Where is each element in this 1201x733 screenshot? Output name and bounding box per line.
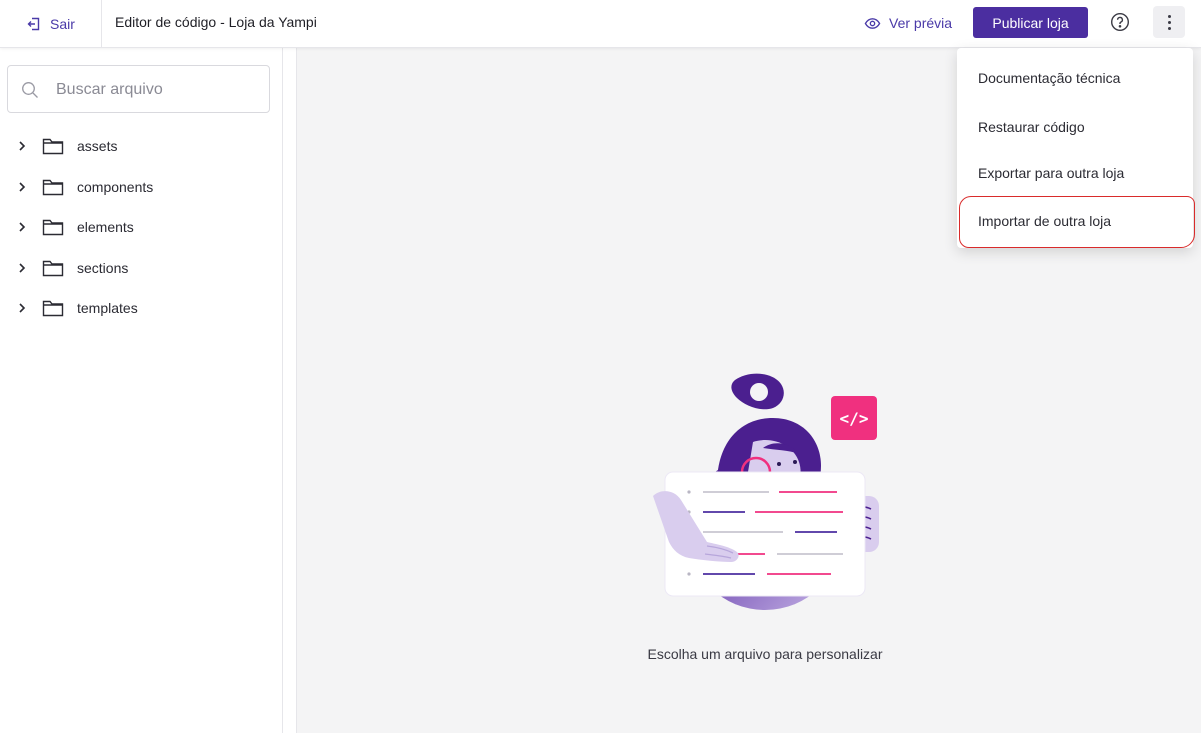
empty-state-message: Escolha um arquivo para personalizar bbox=[647, 646, 883, 662]
page-title: Editor de código - Loja da Yampi bbox=[115, 14, 317, 30]
question-circle-icon bbox=[1110, 12, 1130, 32]
chevron-right-icon bbox=[19, 303, 26, 313]
folder-item-components[interactable]: components bbox=[0, 167, 283, 208]
search-input[interactable] bbox=[56, 78, 256, 102]
folder-icon bbox=[42, 220, 64, 236]
preview-button[interactable]: Ver prévia bbox=[864, 12, 952, 34]
menu-item-technical-docs[interactable]: Documentação técnica bbox=[957, 58, 1193, 98]
chevron-right-icon bbox=[19, 182, 26, 192]
more-options-menu: Documentação técnica Restaurar código Ex… bbox=[957, 48, 1193, 248]
menu-item-restore-code[interactable]: Restaurar código bbox=[957, 107, 1193, 147]
folder-item-templates[interactable]: templates bbox=[0, 288, 283, 329]
vertical-dots-icon bbox=[1167, 14, 1171, 18]
file-tree: assets components elements sections temp… bbox=[0, 126, 283, 329]
menu-item-label: Importar de outra loja bbox=[978, 213, 1112, 229]
menu-item-label: Restaurar código bbox=[978, 119, 1085, 135]
search-box bbox=[7, 65, 270, 113]
eye-icon bbox=[864, 17, 881, 29]
publish-button[interactable]: Publicar loja bbox=[973, 7, 1088, 38]
chevron-right-icon bbox=[19, 263, 26, 273]
folder-label: assets bbox=[77, 138, 118, 155]
svg-text:</>: </> bbox=[840, 409, 869, 428]
folder-item-sections[interactable]: sections bbox=[0, 248, 283, 289]
exit-label: Sair bbox=[50, 15, 75, 32]
chevron-right-icon bbox=[19, 141, 26, 151]
help-button[interactable] bbox=[1108, 10, 1132, 34]
folder-label: components bbox=[77, 178, 154, 195]
folder-icon bbox=[42, 301, 64, 317]
exit-icon bbox=[27, 17, 40, 30]
folder-label: sections bbox=[77, 259, 129, 276]
sidebar-resize-strip bbox=[283, 48, 297, 733]
top-bar: Sair Editor de código - Loja da Yampi Ve… bbox=[0, 0, 1201, 48]
exit-button[interactable]: Sair bbox=[0, 0, 102, 47]
empty-state-illustration: </> bbox=[653, 373, 879, 610]
folder-icon bbox=[42, 179, 64, 195]
folder-icon bbox=[42, 260, 64, 276]
folder-label: elements bbox=[77, 219, 134, 236]
menu-item-label: Exportar para outra loja bbox=[978, 165, 1125, 181]
chevron-right-icon bbox=[19, 222, 26, 232]
preview-label: Ver prévia bbox=[889, 15, 953, 31]
search-icon bbox=[22, 82, 38, 98]
menu-item-import-store[interactable]: Importar de outra loja bbox=[957, 201, 1193, 241]
menu-item-label: Documentação técnica bbox=[978, 70, 1121, 86]
folder-icon bbox=[42, 139, 64, 155]
folder-label: templates bbox=[77, 300, 138, 317]
folder-item-elements[interactable]: elements bbox=[0, 207, 283, 248]
more-options-button[interactable] bbox=[1153, 6, 1185, 38]
file-sidebar: assets components elements sections temp… bbox=[0, 48, 283, 733]
menu-item-export-store[interactable]: Exportar para outra loja bbox=[957, 153, 1193, 193]
folder-item-assets[interactable]: assets bbox=[0, 126, 283, 167]
